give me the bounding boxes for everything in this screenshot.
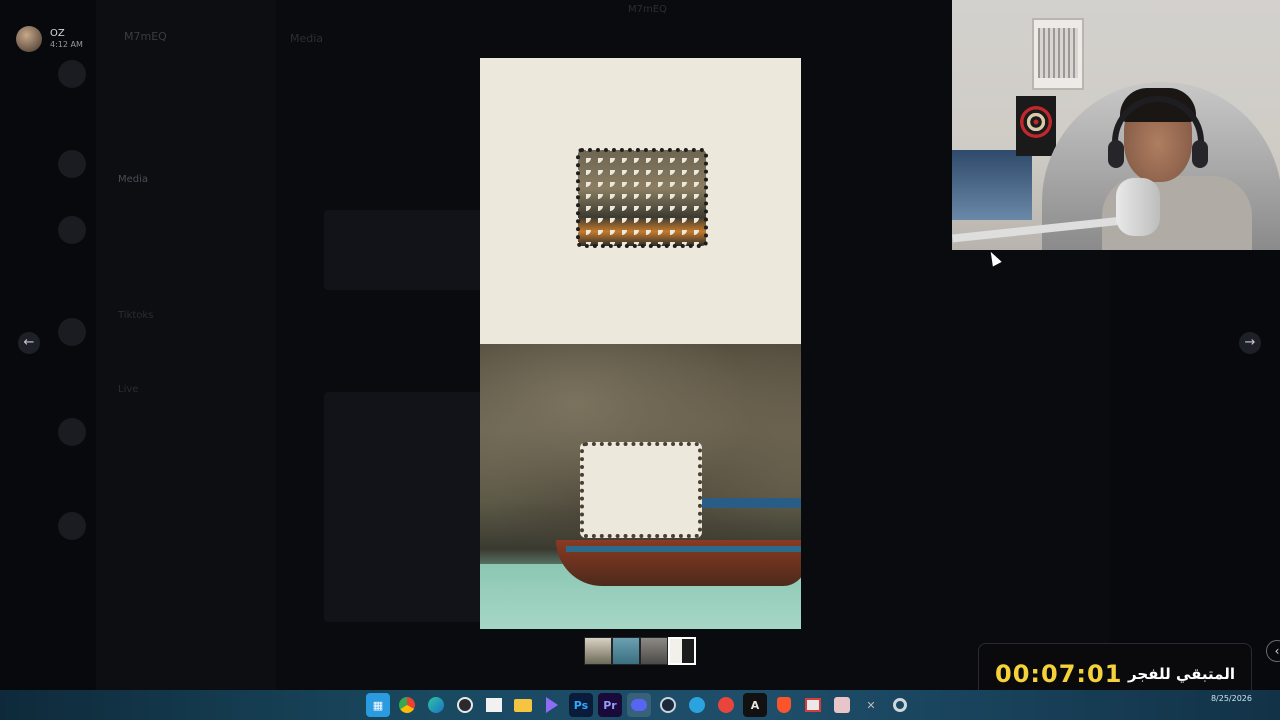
- taskbar: ▦ Ps Pr A ✕: [0, 690, 1280, 720]
- photoshop-icon[interactable]: Ps: [569, 693, 593, 717]
- premiere-icon[interactable]: Pr: [598, 693, 622, 717]
- server-rail: [0, 0, 96, 690]
- microphone: [1116, 178, 1160, 236]
- server-icon[interactable]: [58, 318, 86, 346]
- countdown-clock: 00:07:01: [995, 660, 1123, 688]
- channel-live[interactable]: Live: [118, 384, 138, 395]
- telegram-icon[interactable]: [685, 693, 709, 717]
- thumbnail-strip: [584, 637, 696, 665]
- app-icon[interactable]: [714, 693, 738, 717]
- server-name[interactable]: M7mEQ: [124, 30, 167, 43]
- server-icon[interactable]: [58, 216, 86, 244]
- start-icon[interactable]: ▦: [366, 693, 390, 717]
- steam-icon[interactable]: [656, 693, 680, 717]
- channel-media[interactable]: Media: [118, 174, 148, 185]
- channel-title: Media: [290, 32, 324, 45]
- obs-icon[interactable]: [453, 693, 477, 717]
- folder-icon[interactable]: [511, 693, 535, 717]
- anthropic-icon[interactable]: A: [743, 693, 767, 717]
- message-attachment: [324, 210, 504, 290]
- user-profile[interactable]: OZ 4:12 AM: [16, 26, 83, 52]
- snip-icon[interactable]: [801, 693, 825, 717]
- user-name: OZ: [50, 28, 65, 39]
- headphone-cup: [1108, 140, 1124, 168]
- taskbar-apps: ▦ Ps Pr A ✕: [366, 693, 912, 717]
- webcam-overlay: [952, 0, 1280, 250]
- settings-icon[interactable]: [888, 693, 912, 717]
- image-panel-top: [480, 58, 801, 344]
- channel-list: M7mEQ Media Tiktoks Live: [96, 0, 276, 690]
- stamp-cutout: [580, 442, 702, 538]
- boat-canopy: [702, 498, 801, 508]
- server-icon[interactable]: [58, 418, 86, 446]
- stream-icon[interactable]: [540, 693, 564, 717]
- server-icon[interactable]: [58, 150, 86, 178]
- ac-grill: [1038, 28, 1078, 78]
- thumbnail-selected[interactable]: [668, 637, 696, 665]
- store-icon[interactable]: [482, 693, 506, 717]
- server-icon[interactable]: [58, 60, 86, 88]
- stamp-outline: [576, 148, 708, 248]
- brave-icon[interactable]: [772, 693, 796, 717]
- dartboard: [1020, 106, 1052, 138]
- countdown-label: المتبقي للفجر: [1128, 665, 1235, 683]
- thumbnail[interactable]: [584, 637, 612, 665]
- user-time: 4:12 AM: [50, 40, 83, 49]
- anime-icon[interactable]: [830, 693, 854, 717]
- message-attachment: [324, 392, 484, 622]
- headphone-cup: [1192, 140, 1208, 168]
- edge-icon[interactable]: [424, 693, 448, 717]
- shelf: [952, 150, 1032, 220]
- channel-tiktoks[interactable]: Tiktoks: [118, 310, 153, 321]
- thumbnail[interactable]: [612, 637, 640, 665]
- discord-icon[interactable]: [627, 693, 651, 717]
- thumbnail[interactable]: [640, 637, 668, 665]
- arrow-right-icon[interactable]: →: [1239, 332, 1261, 354]
- arrow-left-icon[interactable]: ←: [18, 332, 40, 354]
- taskbar-date[interactable]: 8/25/2026: [1200, 693, 1252, 704]
- image-panel-bottom: [480, 344, 801, 629]
- screen: { "window_title": "M7mEQ", "user": { "na…: [0, 0, 1280, 720]
- avatar[interactable]: [16, 26, 42, 52]
- boat-stripe: [566, 546, 801, 552]
- image-viewer[interactable]: [480, 58, 801, 629]
- server-icon[interactable]: [58, 512, 86, 540]
- chrome-icon[interactable]: [395, 693, 419, 717]
- window-title: M7mEQ: [628, 4, 667, 15]
- excel-icon[interactable]: ✕: [859, 693, 883, 717]
- member-list: [1110, 250, 1280, 690]
